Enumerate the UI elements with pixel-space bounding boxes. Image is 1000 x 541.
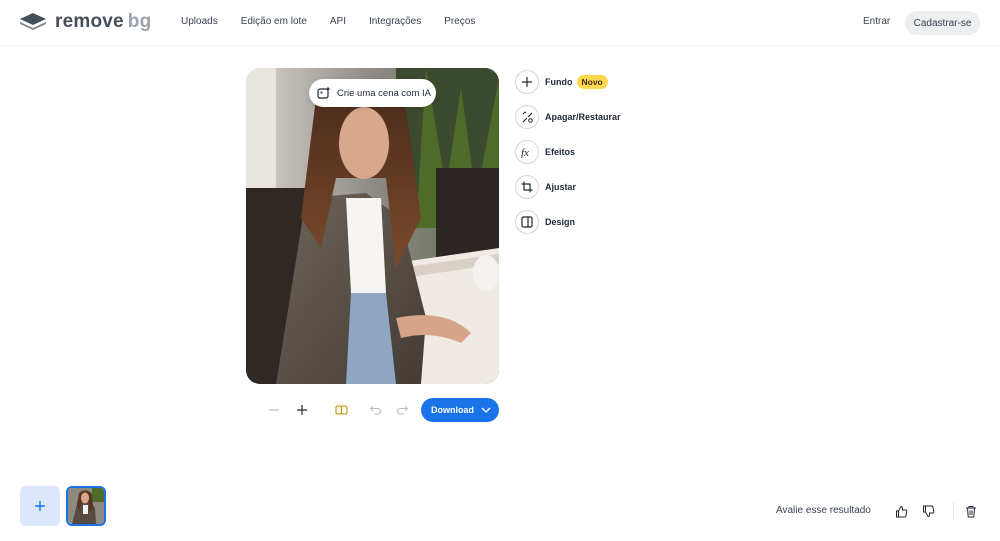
ai-scene-button[interactable]: Crie uma cena com IA [309, 79, 436, 107]
image-thumbnail[interactable] [66, 486, 106, 526]
logo-icon [20, 13, 46, 30]
trash-icon[interactable] [964, 504, 978, 518]
tool-background-label: Fundo [545, 77, 573, 87]
tool-erase-restore-label: Apagar/Restaurar [545, 112, 621, 122]
layout-icon [515, 210, 539, 234]
login-link[interactable]: Entrar [863, 16, 890, 27]
top-header: remove bg Uploads Edição em lote API Inte… [0, 0, 1000, 46]
tool-design[interactable]: Design [515, 210, 621, 234]
plus-icon [35, 501, 45, 511]
nav-item-uploads[interactable]: Uploads [181, 16, 218, 27]
plus-icon [515, 70, 539, 94]
logo-text-secondary: bg [127, 11, 152, 32]
edit-tools-panel: Fundo Novo Apagar/Restaurar fx Efeitos A… [515, 70, 621, 245]
logo-text-main: remove [55, 11, 124, 32]
tool-design-label: Design [545, 217, 576, 227]
nav-item-integrations[interactable]: Integrações [369, 16, 421, 27]
undo-icon[interactable] [368, 403, 382, 417]
tool-adjust[interactable]: Ajustar [515, 175, 621, 199]
zoom-out-icon[interactable] [267, 403, 281, 417]
nav-item-pricing[interactable]: Preços [444, 16, 475, 27]
compare-icon[interactable] [334, 403, 348, 417]
zoom-in-icon[interactable] [295, 403, 309, 417]
download-button[interactable]: Download [421, 398, 499, 422]
tool-effects-label: Efeitos [545, 147, 576, 157]
download-label: Download [431, 405, 474, 415]
logo-wordmark: remove bg [55, 11, 151, 33]
chevron-down-icon [481, 407, 491, 413]
redo-icon[interactable] [395, 403, 409, 417]
ai-image-sparkle-icon [317, 86, 331, 99]
main-nav: Uploads Edição em lote API Integrações P… [181, 16, 498, 27]
add-image-button[interactable] [20, 486, 60, 526]
ai-scene-label: Crie uma cena com IA [337, 87, 431, 99]
svg-text:fx: fx [521, 147, 529, 158]
thumbs-up-icon[interactable] [894, 504, 908, 518]
result-image [246, 68, 499, 384]
tool-adjust-label: Ajustar [545, 182, 577, 192]
divider [953, 502, 954, 519]
tool-effects[interactable]: fx Efeitos [515, 140, 621, 164]
crop-icon [515, 175, 539, 199]
signup-button[interactable]: Cadastrar-se [905, 11, 980, 35]
fx-icon: fx [515, 140, 539, 164]
eraser-brush-icon [515, 105, 539, 129]
nav-item-api[interactable]: API [330, 16, 346, 27]
rate-result-label: Avalie esse resultado [776, 505, 871, 516]
brand-logo[interactable]: remove bg [19, 11, 151, 33]
new-badge: Novo [576, 75, 608, 89]
nav-item-batch-edit[interactable]: Edição em lote [241, 16, 307, 27]
tool-background[interactable]: Fundo Novo [515, 70, 621, 94]
thumbs-down-icon[interactable] [921, 504, 935, 518]
tool-erase-restore[interactable]: Apagar/Restaurar [515, 105, 621, 129]
